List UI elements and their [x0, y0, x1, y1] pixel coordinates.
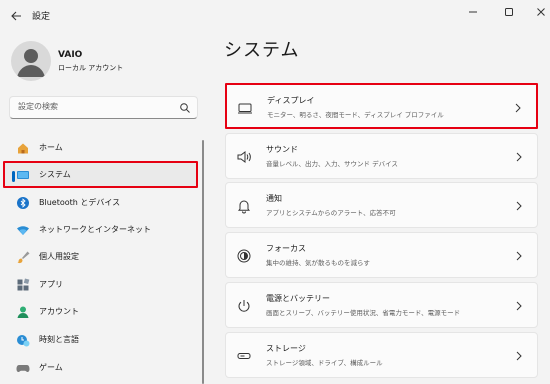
power-icon: [236, 298, 252, 314]
sound-icon: [236, 149, 252, 165]
notifications-card[interactable]: 通知 アプリとシステムからのアラート、応答不可: [225, 182, 538, 228]
home-icon: [16, 141, 30, 155]
back-button[interactable]: [6, 6, 26, 26]
sidebar-item-label: アプリ: [39, 280, 63, 289]
sidebar-item-apps[interactable]: アプリ: [5, 271, 198, 298]
page-title: システム: [224, 40, 300, 61]
card-subtitle: モニター、明るさ、夜間モード、ディスプレイ プロファイル: [267, 111, 444, 119]
chevron-right-icon: [513, 102, 523, 114]
minimize-icon: [469, 11, 477, 13]
card-title: 通知: [266, 194, 282, 203]
search-input[interactable]: [18, 102, 178, 111]
focus-icon: [236, 248, 252, 264]
network-icon: [16, 223, 30, 237]
minimize-button[interactable]: [462, 4, 484, 20]
focus-card[interactable]: フォーカス 集中の維持、気が散るものを減らす: [225, 232, 538, 278]
card-title: ディスプレイ: [267, 96, 315, 105]
close-icon: [537, 8, 545, 16]
chevron-right-icon: [514, 350, 524, 362]
storage-card[interactable]: ストレージ ストレージ領域、ドライブ、構成ルール: [225, 332, 538, 378]
sidebar-scrollbar[interactable]: [202, 140, 204, 384]
search-box[interactable]: [9, 96, 198, 119]
card-title: ストレージ: [266, 344, 306, 353]
close-button[interactable]: [530, 4, 550, 20]
sidebar-item-personalization[interactable]: 個人用設定: [5, 243, 198, 270]
sidebar-item-label: Bluetooth とデバイス: [39, 198, 121, 207]
sidebar-item-time-language[interactable]: 時刻と言語: [5, 326, 198, 353]
card-subtitle: ストレージ領域、ドライブ、構成ルール: [266, 359, 383, 367]
account-type: ローカル アカウント: [58, 64, 124, 72]
sidebar-item-gaming[interactable]: ゲーム: [5, 354, 198, 381]
sidebar-item-label: ネットワークとインターネット: [39, 225, 151, 234]
card-subtitle: 画面とスリープ、バッテリー使用状況、省電力モード、電源モード: [266, 309, 461, 317]
storage-icon: [236, 348, 252, 364]
sidebar-item-label: 個人用設定: [39, 252, 79, 261]
sidebar-item-bluetooth[interactable]: Bluetooth とデバイス: [5, 189, 198, 216]
arrow-left-icon: [10, 11, 21, 21]
brush-icon: [16, 250, 30, 264]
sidebar-item-label: システム: [39, 170, 71, 179]
chevron-right-icon: [514, 151, 524, 163]
card-title: フォーカス: [266, 244, 306, 253]
sidebar-item-label: ホーム: [39, 143, 63, 152]
time-language-icon: [16, 333, 30, 347]
bluetooth-icon: [16, 196, 30, 210]
sidebar-item-label: ゲーム: [39, 363, 63, 372]
user-name: VAIO: [58, 50, 83, 60]
sidebar-item-label: アカウント: [39, 307, 79, 316]
chevron-right-icon: [514, 300, 524, 312]
search-icon[interactable]: [179, 102, 191, 114]
notification-icon: [236, 198, 252, 214]
sound-card[interactable]: サウンド 音量レベル、出力、入力、サウンド デバイス: [225, 133, 538, 179]
card-title: 電源とバッテリー: [266, 294, 330, 303]
maximize-icon: [505, 8, 513, 16]
selection-indicator: [12, 171, 15, 182]
avatar[interactable]: [11, 41, 51, 81]
app-title: 設定: [32, 12, 51, 22]
apps-icon: [16, 278, 30, 292]
card-subtitle: 音量レベル、出力、入力、サウンド デバイス: [266, 160, 398, 168]
sidebar-item-home[interactable]: ホーム: [5, 134, 198, 161]
sidebar-item-accounts[interactable]: アカウント: [5, 298, 198, 325]
display-card[interactable]: ディスプレイ モニター、明るさ、夜間モード、ディスプレイ プロファイル: [225, 83, 538, 129]
title-bar: 設定: [0, 0, 550, 32]
sidebar-item-network[interactable]: ネットワークとインターネット: [5, 216, 198, 243]
chevron-right-icon: [514, 200, 524, 212]
user-icon: [17, 49, 45, 77]
maximize-button[interactable]: [498, 4, 520, 20]
game-icon: [16, 361, 30, 375]
account-icon: [16, 305, 30, 319]
chevron-right-icon: [514, 250, 524, 262]
card-title: サウンド: [266, 145, 298, 154]
sidebar-item-label: 時刻と言語: [39, 335, 79, 344]
card-subtitle: アプリとシステムからのアラート、応答不可: [266, 209, 396, 217]
system-icon: [16, 168, 30, 182]
sidebar-item-system[interactable]: システム: [3, 161, 198, 188]
card-subtitle: 集中の維持、気が散るものを減らす: [266, 259, 370, 267]
power-battery-card[interactable]: 電源とバッテリー 画面とスリープ、バッテリー使用状況、省電力モード、電源モード: [225, 282, 538, 328]
display-icon: [237, 100, 253, 116]
